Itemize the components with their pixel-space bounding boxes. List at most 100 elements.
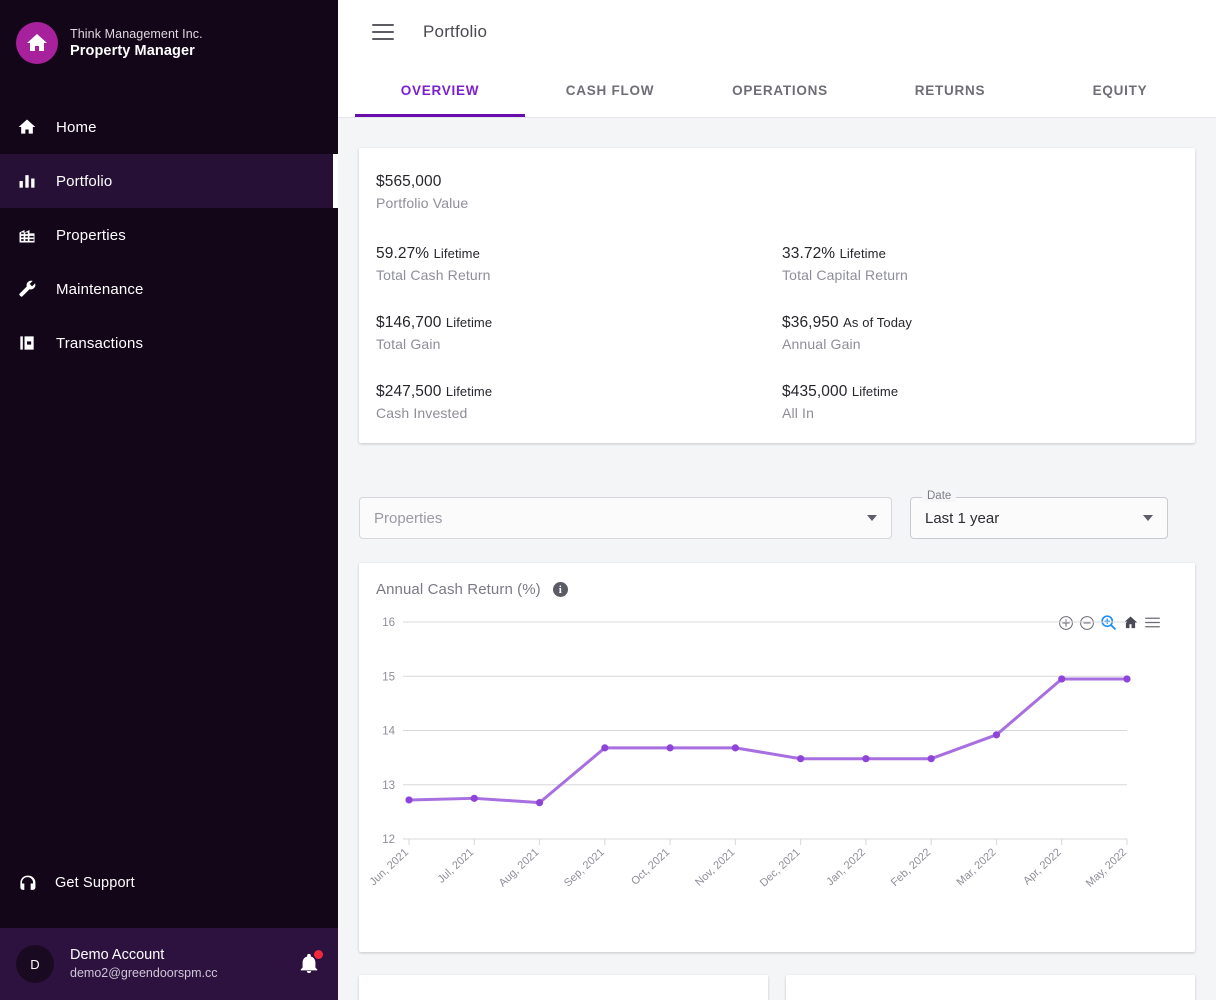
sidebar-item-properties[interactable]: Properties	[0, 208, 338, 262]
brand-header[interactable]: Think Management Inc. Property Manager	[0, 0, 338, 84]
tab-overview[interactable]: OVERVIEW	[355, 64, 525, 117]
home-icon	[16, 116, 38, 138]
bottom-card-right	[786, 975, 1195, 1000]
stat-qualifier: Lifetime	[852, 384, 898, 399]
main-content: Portfolio OVERVIEW CASH FLOW OPERATIONS …	[338, 0, 1216, 1000]
app-root: Think Management Inc. Property Manager H…	[0, 0, 1216, 1000]
stat-total-gain: $146,700 Lifetime Total Gain	[359, 314, 777, 352]
sidebar-item-maintenance[interactable]: Maintenance	[0, 262, 338, 316]
info-icon[interactable]: i	[553, 582, 568, 597]
svg-text:Aug, 2021: Aug, 2021	[497, 846, 542, 889]
stat-value: $247,500	[376, 383, 441, 400]
stat-value: $565,000	[376, 173, 1195, 191]
hamburger-icon[interactable]	[372, 24, 394, 40]
stat-qualifier: Lifetime	[434, 246, 480, 261]
svg-text:Sep, 2021: Sep, 2021	[562, 846, 607, 889]
sidebar-item-label: Home	[56, 119, 97, 136]
chevron-down-icon	[867, 515, 877, 521]
brand-company: Think Management Inc.	[70, 26, 203, 42]
sidebar-item-label: Transactions	[56, 335, 143, 352]
filter-controls: Properties Date Last 1 year	[359, 497, 1195, 539]
stat-qualifier: Lifetime	[840, 246, 886, 261]
brand-product: Property Manager	[70, 42, 203, 61]
stat-grid: 59.27% Lifetime Total Cash Return 33.72%…	[359, 245, 1195, 421]
notifications-button[interactable]	[296, 951, 322, 977]
tab-operations[interactable]: OPERATIONS	[695, 64, 865, 117]
annual-cash-return-chart-card: Annual Cash Return (%) i	[359, 563, 1195, 952]
wallet-icon	[16, 332, 38, 354]
stat-label: Portfolio Value	[376, 195, 1195, 211]
stat-label: All In	[782, 405, 1195, 421]
building-icon	[16, 224, 38, 246]
bottom-card-left	[359, 975, 768, 1000]
sidebar-item-label: Properties	[56, 227, 126, 244]
sidebar-item-label: Portfolio	[56, 173, 112, 190]
home-icon	[16, 22, 58, 64]
svg-text:Oct, 2021: Oct, 2021	[629, 846, 672, 887]
avatar: D	[16, 945, 54, 983]
headset-icon	[16, 872, 38, 894]
page-title: Portfolio	[423, 22, 487, 42]
sidebar-item-portfolio[interactable]: Portfolio	[0, 154, 338, 208]
annual-cash-return-line-chart[interactable]: 12 13 14 15 16 Jun, 2021 Jul, 2021 Aug, 2021 Sep…	[359, 604, 1149, 929]
get-support-button[interactable]: Get Support	[0, 856, 338, 910]
tab-cash-flow[interactable]: CASH FLOW	[525, 64, 695, 117]
svg-text:Dec, 2021: Dec, 2021	[758, 846, 803, 889]
bottom-cards-row	[359, 975, 1195, 1000]
stat-cash-invested: $247,500 Lifetime Cash Invested	[359, 383, 777, 421]
sidebar: Think Management Inc. Property Manager H…	[0, 0, 338, 1000]
content-scroll: $565,000 Portfolio Value 59.27% Lifetime…	[338, 117, 1216, 1000]
sidebar-item-label: Maintenance	[56, 281, 144, 298]
stat-all-in: $435,000 Lifetime All In	[777, 383, 1195, 421]
stat-value: $146,700	[376, 314, 441, 331]
stat-qualifier: Lifetime	[446, 315, 492, 330]
date-select[interactable]: Date Last 1 year	[910, 497, 1168, 539]
chart-plot-area[interactable]: 12 13 14 15 16 Jun, 2021 Jul, 2021 Aug, 2021 Sep…	[359, 604, 1195, 934]
stat-label: Annual Gain	[782, 336, 1195, 352]
stat-value: 33.72%	[782, 245, 835, 262]
svg-text:Jul, 2021: Jul, 2021	[435, 846, 476, 885]
svg-text:May, 2022: May, 2022	[1084, 846, 1129, 889]
get-support-label: Get Support	[55, 875, 135, 891]
sidebar-spacer	[0, 370, 338, 856]
sidebar-item-home[interactable]: Home	[0, 100, 338, 154]
notification-dot	[314, 950, 323, 959]
stat-qualifier: Lifetime	[446, 384, 492, 399]
properties-select[interactable]: Properties	[359, 497, 892, 539]
chart-header: Annual Cash Return (%) i	[359, 581, 1195, 598]
stat-value: $36,950	[782, 314, 839, 331]
date-select-legend: Date	[922, 490, 956, 502]
account-email: demo2@greendoorspm.cc	[70, 965, 245, 982]
chart-title: Annual Cash Return (%)	[376, 581, 541, 598]
svg-text:14: 14	[382, 726, 395, 738]
svg-text:Feb, 2022: Feb, 2022	[889, 846, 933, 889]
tab-equity[interactable]: EQUITY	[1035, 64, 1205, 117]
sidebar-nav: Home Portfolio Properties Maintenance	[0, 100, 338, 370]
topbar: Portfolio OVERVIEW CASH FLOW OPERATIONS …	[338, 0, 1216, 117]
tab-returns[interactable]: RETURNS	[865, 64, 1035, 117]
stat-value: $435,000	[782, 383, 847, 400]
svg-text:13: 13	[382, 780, 395, 792]
svg-text:Jun, 2021: Jun, 2021	[368, 846, 412, 888]
chevron-down-icon	[1143, 515, 1153, 521]
wrench-icon	[16, 278, 38, 300]
svg-text:Apr, 2022: Apr, 2022	[1021, 846, 1064, 887]
sidebar-item-transactions[interactable]: Transactions	[0, 316, 338, 370]
stat-value: 59.27%	[376, 245, 429, 262]
stat-label: Cash Invested	[376, 405, 777, 421]
stat-label: Total Cash Return	[376, 267, 777, 283]
stat-total-cash-return: 59.27% Lifetime Total Cash Return	[359, 245, 777, 283]
svg-text:Mar, 2022: Mar, 2022	[955, 846, 999, 888]
stat-label: Total Gain	[376, 336, 777, 352]
svg-text:12: 12	[382, 834, 395, 846]
bar-chart-icon	[16, 170, 38, 192]
account-section[interactable]: D Demo Account demo2@greendoorspm.cc	[0, 928, 338, 1000]
svg-text:16: 16	[382, 617, 395, 629]
stat-portfolio-value: $565,000 Portfolio Value	[359, 173, 1195, 211]
stat-total-capital-return: 33.72% Lifetime Total Capital Return	[777, 245, 1195, 283]
stat-qualifier: As of Today	[843, 315, 912, 330]
stat-label: Total Capital Return	[782, 267, 1195, 283]
portfolio-summary-card: $565,000 Portfolio Value 59.27% Lifetime…	[359, 148, 1195, 443]
date-select-value: Last 1 year	[925, 510, 999, 527]
svg-text:15: 15	[382, 671, 395, 683]
